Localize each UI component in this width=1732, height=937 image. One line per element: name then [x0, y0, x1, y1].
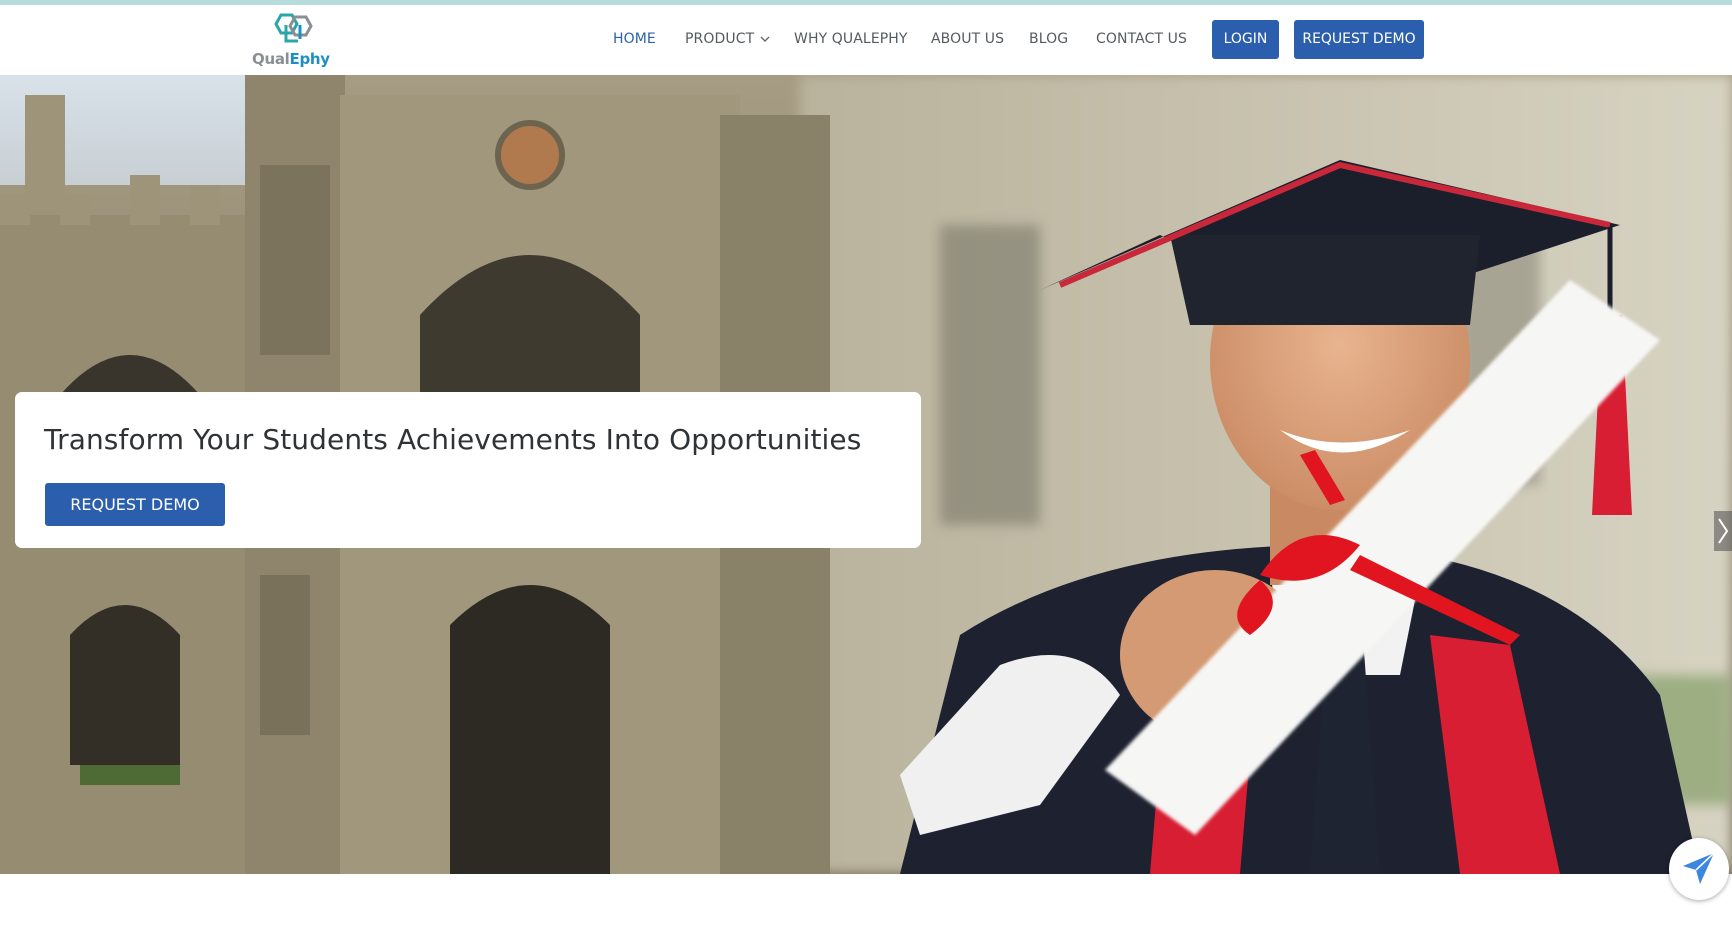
- hero-banner: Transform Your Students Achievements Int…: [0, 75, 1732, 874]
- chevron-down-icon[interactable]: [758, 32, 772, 46]
- nav-why-qualephy[interactable]: WHY QUALEPHY: [794, 31, 908, 47]
- paper-plane-icon: [1683, 852, 1715, 884]
- hero-request-demo-button[interactable]: REQUEST DEMO: [45, 483, 225, 526]
- nav-contact-us[interactable]: CONTACT US: [1096, 31, 1187, 47]
- nav-home[interactable]: HOME: [613, 31, 656, 47]
- site-header: QualEphy HOME PRODUCT WHY QUALEPHY ABOUT…: [0, 5, 1732, 75]
- nav-blog[interactable]: BLOG: [1029, 31, 1068, 47]
- qualephy-logo[interactable]: QualEphy: [252, 13, 338, 71]
- logo-wordmark: QualEphy: [252, 50, 342, 68]
- logo-text-qual: Qual: [252, 50, 290, 68]
- hero-headline: Transform Your Students Achievements Int…: [44, 423, 862, 456]
- hexagon-q-logo-icon: [274, 13, 313, 43]
- chevron-right-icon: [1718, 518, 1729, 544]
- hero-callout-card: Transform Your Students Achievements Int…: [15, 392, 921, 548]
- chat-send-button[interactable]: [1669, 838, 1729, 900]
- nav-product[interactable]: PRODUCT: [685, 31, 754, 47]
- header-request-demo-button[interactable]: REQUEST DEMO: [1294, 20, 1424, 59]
- logo-text-ephy: Ephy: [289, 50, 331, 68]
- nav-about-us[interactable]: ABOUT US: [931, 31, 1004, 47]
- slider-next-button[interactable]: [1714, 511, 1732, 551]
- login-button[interactable]: LOGIN: [1212, 20, 1279, 59]
